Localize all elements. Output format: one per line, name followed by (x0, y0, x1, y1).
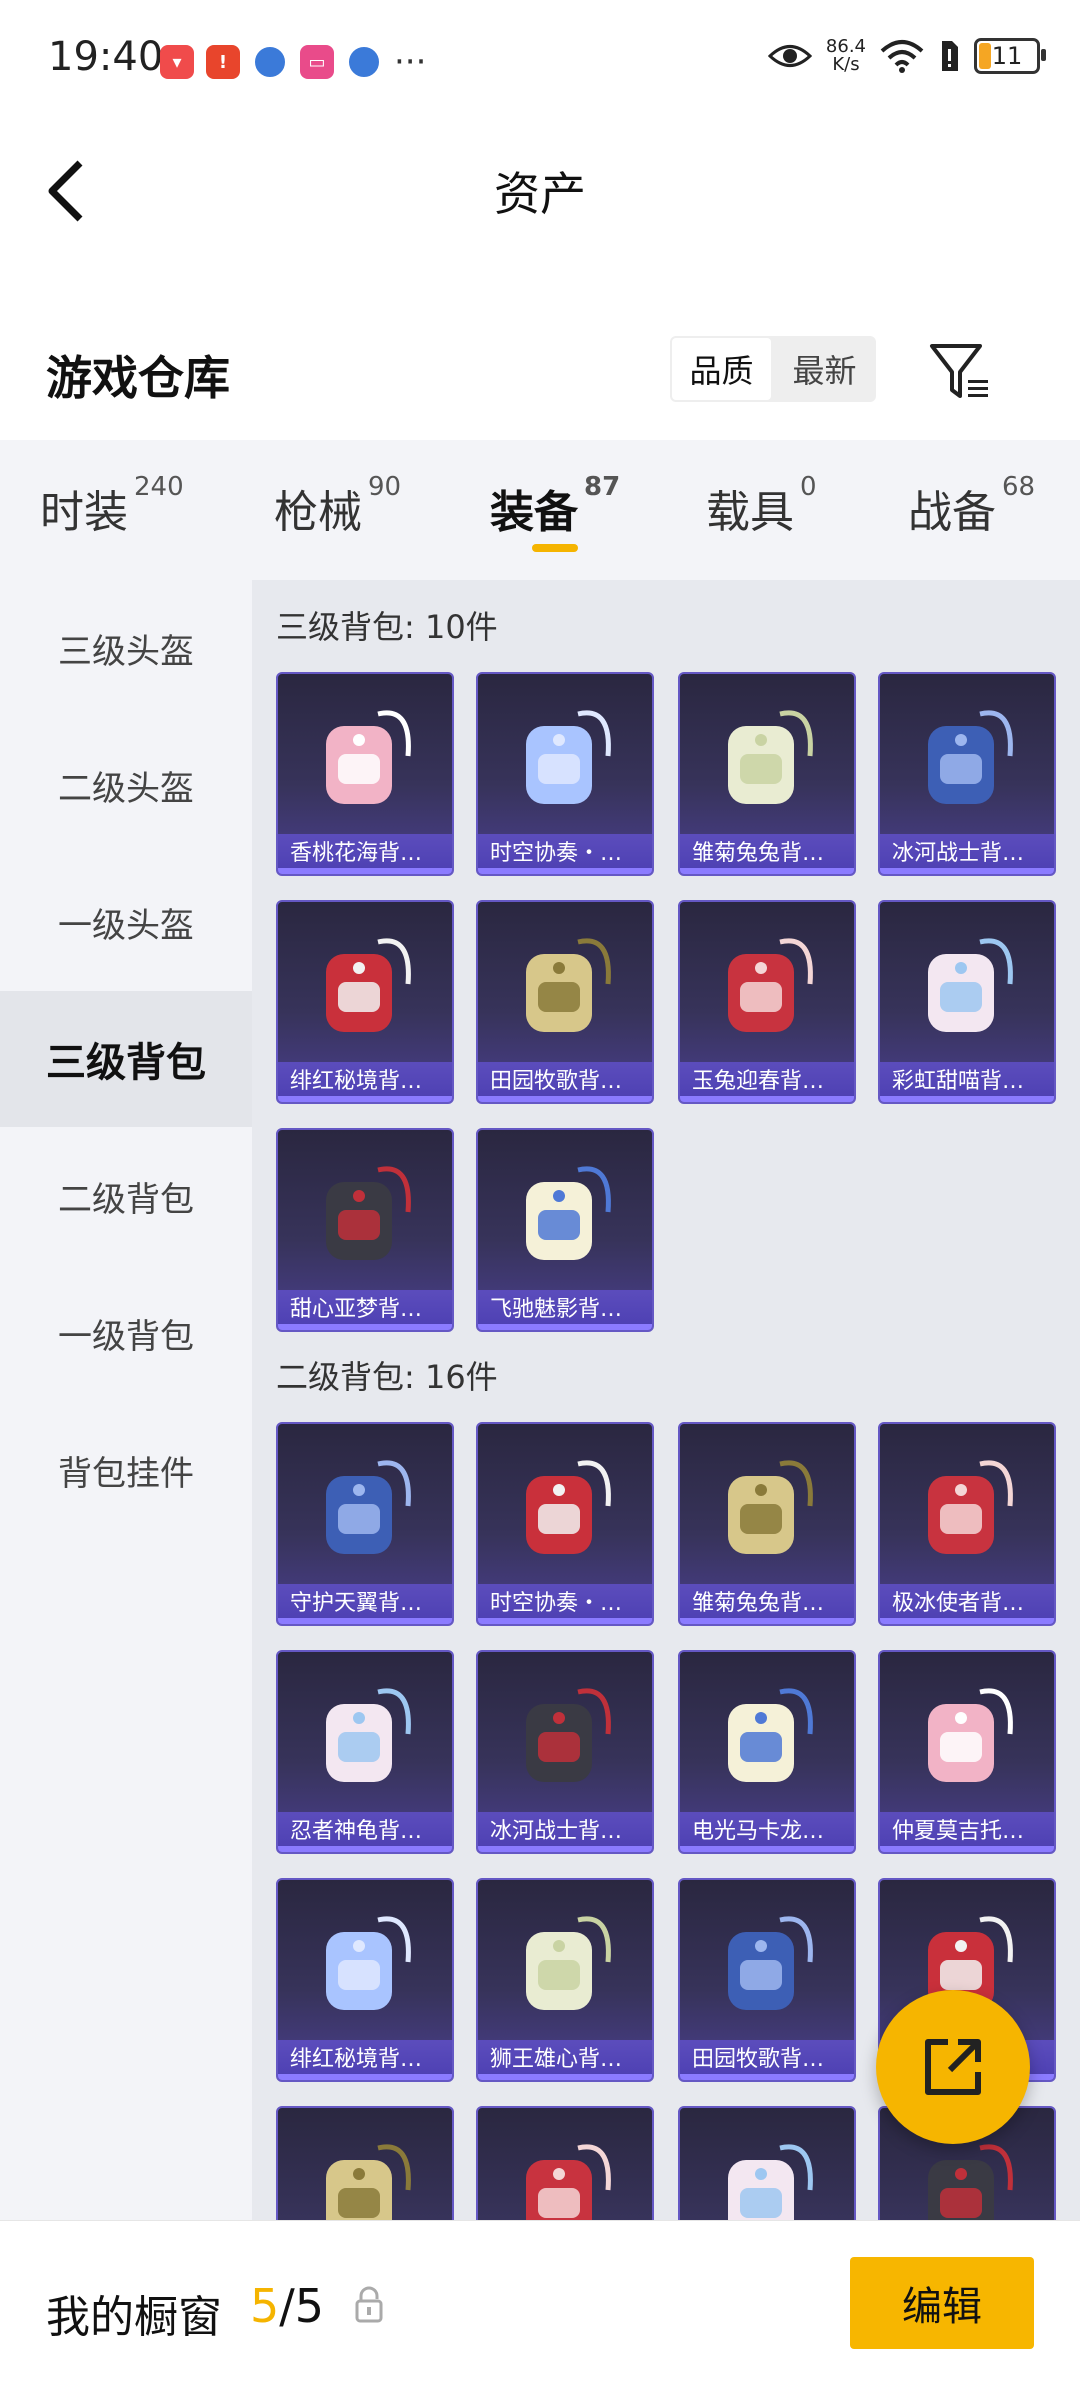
backpack-icon (728, 710, 813, 804)
backpack-icon (326, 2144, 411, 2220)
lock-icon (355, 2286, 383, 2323)
backpack-icon (526, 2144, 611, 2220)
backpack-icon (728, 1688, 813, 1782)
tab-supplies[interactable]: 战备 68 (908, 472, 1035, 540)
backpack-icon (326, 1166, 411, 1260)
side-item-level1-backpack[interactable]: 一级背包 (0, 1265, 252, 1401)
filter-button[interactable] (928, 340, 992, 404)
item-card[interactable]: 绯红秘境背… (276, 1878, 454, 2082)
backpack-icon (326, 1916, 411, 2010)
sort-toggle: 品质 最新 (670, 336, 876, 402)
status-time: 19:40 (48, 34, 164, 80)
side-menu: 三级头盔 二级头盔 一级头盔 三级背包 二级背包 一级背包 背包挂件 (0, 580, 252, 2220)
item-card[interactable]: 时空协奏・… (476, 1422, 654, 1626)
side-item-backpack-charm[interactable]: 背包挂件 (0, 1402, 252, 1538)
nav-bar: 资产 (0, 120, 1080, 260)
backpack-icon (928, 2144, 1013, 2220)
backpack-icon (526, 1166, 611, 1260)
side-item-level3-backpack[interactable]: 三级背包 (0, 991, 252, 1127)
item-card[interactable]: 电光马卡龙… (678, 1650, 856, 1854)
network-speed: 86.4 K/s (825, 36, 866, 75)
edit-button[interactable]: 编辑 (850, 2257, 1034, 2349)
alert-app-icon: ! (206, 45, 240, 79)
item-card[interactable]: 雏菊兔兔背… (678, 672, 856, 876)
section-title: 游戏仓库 (46, 351, 230, 405)
item-card[interactable]: 甜心亚梦背… (276, 1128, 454, 1332)
backpack-icon (928, 710, 1013, 804)
item-card[interactable]: 彩虹甜喵背… (878, 900, 1056, 1104)
category-tabs: 时装 240 枪械 90 装备 87 载具 0 战备 68 (0, 440, 1080, 580)
item-card[interactable]: 冰河战士背… (476, 1650, 654, 1854)
item-card[interactable]: 田园牧歌背… (476, 900, 654, 1104)
notification-icons: ▾ ! ▭ ··· (160, 44, 426, 80)
item-card[interactable]: 雏菊兔兔背… (678, 1422, 856, 1626)
item-card[interactable]: 冰河战士背… (878, 672, 1056, 876)
item-card[interactable]: 狮王雄心背… (476, 1878, 654, 2082)
item-card[interactable]: 飞驰魅影背… (476, 1128, 654, 1332)
item-card[interactable] (476, 2106, 654, 2220)
external-link-icon (925, 2039, 981, 2095)
tab-vehicles[interactable]: 载具 0 (706, 472, 817, 540)
backpack-icon (728, 2144, 813, 2220)
backpack-icon (326, 1460, 411, 1554)
backpack-icon (526, 710, 611, 804)
side-item-level2-helmet[interactable]: 二级头盔 (0, 717, 252, 853)
backpack-icon (928, 938, 1013, 1032)
battery-icon: 11 (974, 38, 1046, 74)
video-app-icon: ▭ (300, 45, 334, 79)
shopping-bag-icon: ▾ (160, 45, 194, 79)
more-icon: ··· (394, 42, 427, 82)
item-card[interactable]: 守护天翼背… (276, 1422, 454, 1626)
showcase-title: 我的橱窗 (46, 2292, 222, 2343)
backpack-icon (526, 1916, 611, 2010)
backpack-icon (526, 938, 611, 1032)
sim-alert-icon (942, 41, 958, 71)
item-card[interactable]: 仲夏莫吉托… (878, 1650, 1056, 1854)
browser-icon (346, 44, 382, 80)
tab-equipment[interactable]: 装备 87 (490, 472, 620, 540)
active-tab-indicator (532, 544, 578, 552)
backpack-icon (526, 1688, 611, 1782)
tab-firearms[interactable]: 枪械 90 (274, 472, 401, 540)
page-title: 资产 (494, 167, 586, 221)
item-grid: 三级背包: 10件 二级背包: 16件 香桃花海背… 时空协奏・… 雏菊兔兔背… 冰河… (252, 580, 1080, 2220)
wifi-icon (880, 40, 924, 73)
side-item-level3-helmet[interactable]: 三级头盔 (0, 580, 252, 716)
item-card[interactable]: 忍者神龟背… (276, 1650, 454, 1854)
showcase-count: 5/5 (250, 2279, 325, 2333)
item-card[interactable]: 香桃花海背… (276, 672, 454, 876)
backpack-icon (728, 1916, 813, 2010)
side-item-level1-helmet[interactable]: 一级头盔 (0, 854, 252, 990)
sort-latest-button[interactable]: 最新 (775, 338, 874, 400)
share-fab[interactable] (876, 1990, 1030, 2144)
side-item-level2-backpack[interactable]: 二级背包 (0, 1128, 252, 1264)
group-title-level3: 三级背包: 10件 (276, 608, 498, 646)
eye-icon (767, 45, 812, 67)
sort-quality-button[interactable]: 品质 (672, 338, 771, 400)
backpack-icon (728, 938, 813, 1032)
item-card[interactable]: 绯红秘境背… (276, 900, 454, 1104)
tab-fashion[interactable]: 时装 240 (40, 472, 184, 540)
bottom-bar: 我的橱窗 5/5 编辑 (0, 2220, 1080, 2383)
status-right: 86.4 K/s 11 (767, 36, 1046, 75)
filter-icon (930, 344, 988, 398)
backpack-icon (326, 710, 411, 804)
item-card[interactable]: 田园牧歌背… (678, 1878, 856, 2082)
backpack-icon (526, 1460, 611, 1554)
status-bar: 19:40 ▾ ! ▭ ··· 86.4 K/s 11 (0, 0, 1080, 120)
item-card[interactable] (678, 2106, 856, 2220)
item-card[interactable] (276, 2106, 454, 2220)
item-card[interactable]: 时空协奏・… (476, 672, 654, 876)
backpack-icon (928, 1688, 1013, 1782)
item-card[interactable]: 极冰使者背… (878, 1422, 1056, 1626)
warehouse-header: 游戏仓库 品质 最新 (0, 300, 1080, 430)
backpack-icon (728, 1460, 813, 1554)
browser-icon (252, 44, 288, 80)
group-title-level2: 二级背包: 16件 (276, 1358, 498, 1396)
backpack-icon (326, 1688, 411, 1782)
backpack-icon (928, 1460, 1013, 1554)
backpack-icon (326, 938, 411, 1032)
item-card[interactable]: 玉兔迎春背… (678, 900, 856, 1104)
